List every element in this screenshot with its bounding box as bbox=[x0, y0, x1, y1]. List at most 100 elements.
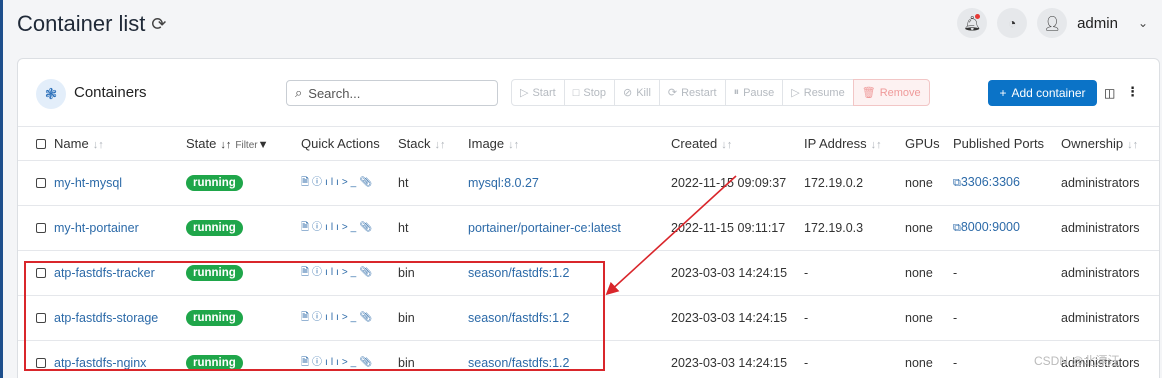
image-link[interactable]: mysql:8.0.27 bbox=[468, 176, 539, 190]
logs-icon[interactable]: 🗎︎ bbox=[301, 177, 312, 188]
image-link[interactable]: portainer/portainer-ce:latest bbox=[468, 221, 621, 235]
notifications-button[interactable]: 🔔︎ bbox=[957, 8, 988, 38]
sort-icon: ↓↑ bbox=[1127, 138, 1139, 151]
attach-icon[interactable]: 📎︎ bbox=[359, 222, 375, 233]
resume-label: Resume bbox=[803, 86, 845, 99]
logs-icon[interactable]: 🗎︎ bbox=[301, 312, 312, 323]
console-icon[interactable]: >_ bbox=[342, 177, 359, 188]
image-link[interactable]: season/fastdfs:1.2 bbox=[468, 266, 569, 280]
user-menu-button[interactable]: 👤︎ bbox=[1037, 8, 1068, 38]
filter-label[interactable]: Filter bbox=[235, 140, 257, 151]
container-name-link[interactable]: my-ht-portainer bbox=[54, 221, 139, 235]
attach-icon[interactable]: 📎︎ bbox=[359, 312, 375, 323]
row-checkbox[interactable] bbox=[36, 268, 46, 279]
container-name-link[interactable]: atp-fastdfs-storage bbox=[54, 311, 158, 325]
col-created[interactable]: Created ↓↑ bbox=[671, 127, 804, 161]
logs-icon[interactable]: 🗎︎ bbox=[301, 222, 312, 233]
sort-icon: ↓↑ bbox=[721, 138, 733, 151]
inspect-icon[interactable]: ⓘ bbox=[312, 177, 325, 188]
console-icon[interactable]: >_ bbox=[342, 222, 359, 233]
inspect-icon[interactable]: ⓘ bbox=[312, 312, 325, 323]
stop-button[interactable]: □ Stop bbox=[563, 79, 615, 106]
search-box[interactable]: ⌕ bbox=[286, 80, 498, 106]
gpus-cell: none bbox=[905, 295, 953, 341]
user-name[interactable]: admin bbox=[1077, 15, 1118, 32]
table-row[interactable]: atp-fastdfs-tracker running 🗎︎ⓘılı>_📎︎ bin s… bbox=[18, 250, 1159, 296]
kebab-icon[interactable]: ⋮ bbox=[1126, 84, 1139, 100]
container-name-link[interactable]: atp-fastdfs-tracker bbox=[54, 266, 155, 280]
port-link[interactable]: ⧉8000:9000 bbox=[953, 220, 1020, 234]
pause-button[interactable]: ⏸︎ Pause bbox=[724, 79, 784, 106]
col-stack-label: Stack bbox=[398, 135, 431, 151]
image-link[interactable]: season/fastdfs:1.2 bbox=[468, 356, 569, 370]
row-checkbox[interactable] bbox=[36, 313, 46, 324]
remove-button[interactable]: 🗑︎ Remove bbox=[852, 79, 930, 106]
filter-icon[interactable]: ▼ bbox=[258, 139, 269, 151]
stats-icon[interactable]: ılı bbox=[325, 312, 342, 323]
attach-icon[interactable]: 📎︎ bbox=[359, 357, 375, 368]
col-stack[interactable]: Stack ↓↑ bbox=[398, 127, 468, 161]
port-label: 8000:9000 bbox=[960, 220, 1020, 234]
stats-icon[interactable]: ılı bbox=[325, 357, 342, 368]
chevron-down-icon[interactable]: ⌄ bbox=[1138, 16, 1148, 30]
image-link[interactable]: season/fastdfs:1.2 bbox=[468, 311, 569, 325]
col-state[interactable]: State ↓↑ Filter▼ bbox=[186, 127, 301, 161]
table-row[interactable]: atp-fastdfs-storage running 🗎︎ⓘılı>_📎︎ bin s… bbox=[18, 295, 1159, 341]
created-cell: 2023-03-03 14:24:15 bbox=[671, 250, 804, 296]
attach-icon[interactable]: 📎︎ bbox=[359, 177, 375, 188]
attach-icon[interactable]: 📎︎ bbox=[359, 267, 375, 278]
quick-actions: 🗎︎ⓘılı>_📎︎ bbox=[301, 222, 375, 233]
stats-icon[interactable]: ılı bbox=[325, 177, 342, 188]
created-cell: 2022-11-15 09:09:37 bbox=[671, 160, 804, 206]
console-icon[interactable]: >_ bbox=[342, 267, 359, 278]
table-row[interactable]: atp-fastdfs-nginx running 🗎︎ⓘılı>_📎︎ bin sea… bbox=[18, 340, 1159, 378]
refresh-icon[interactable]: ⟳ bbox=[151, 14, 166, 35]
row-checkbox[interactable] bbox=[36, 223, 46, 234]
row-checkbox[interactable] bbox=[36, 178, 46, 189]
start-button[interactable]: ▷ Start bbox=[511, 79, 565, 106]
containers-card: ❃ Containers ⌕ ▷Start □Stop ⊘Kill ⟳Resta… bbox=[17, 58, 1160, 378]
container-name-link[interactable]: my-ht-mysql bbox=[54, 176, 122, 190]
console-icon[interactable]: >_ bbox=[342, 312, 359, 323]
ban-icon: ⊘ bbox=[623, 87, 633, 99]
col-ownership[interactable]: Ownership ↓↑ bbox=[1061, 127, 1159, 161]
logs-icon[interactable]: 🗎︎ bbox=[301, 267, 312, 278]
ownership-cell: administrators bbox=[1061, 295, 1159, 341]
container-name-link[interactable]: atp-fastdfs-nginx bbox=[54, 356, 146, 370]
logs-icon[interactable]: 🗎︎ bbox=[301, 357, 312, 368]
ownership-cell: administrators bbox=[1061, 160, 1159, 206]
quick-actions: 🗎︎ⓘılı>_📎︎ bbox=[301, 312, 375, 323]
columns-icon[interactable]: ◫ bbox=[1104, 86, 1115, 100]
inspect-icon[interactable]: ⓘ bbox=[312, 357, 325, 368]
resume-button[interactable]: ▷ Resume bbox=[782, 79, 854, 106]
ip-cell: - bbox=[804, 250, 905, 296]
stats-icon[interactable]: ılı bbox=[325, 267, 342, 278]
inspect-icon[interactable]: ⓘ bbox=[312, 222, 325, 233]
table-row[interactable]: my-ht-mysql running 🗎︎ⓘılı>_📎︎ ht mysql:8.0.… bbox=[18, 160, 1159, 206]
search-input[interactable] bbox=[308, 85, 479, 101]
col-state-label: State bbox=[186, 135, 217, 151]
col-image[interactable]: Image ↓↑ bbox=[468, 127, 671, 161]
col-name[interactable]: Name ↓↑ bbox=[54, 127, 186, 161]
col-gpus: GPUs bbox=[905, 127, 953, 161]
port-label: 3306:3306 bbox=[960, 175, 1020, 189]
table-row[interactable]: my-ht-portainer running 🗎︎ⓘılı>_📎︎ ht portai… bbox=[18, 205, 1159, 251]
row-checkbox[interactable] bbox=[36, 358, 46, 369]
col-ip[interactable]: IP Address ↓↑ bbox=[804, 127, 905, 161]
help-button[interactable]: ◔ bbox=[997, 8, 1028, 38]
ports-cell: - bbox=[953, 295, 1061, 341]
restart-button[interactable]: ⟳ Restart bbox=[658, 79, 726, 106]
restart-label: Restart bbox=[681, 86, 717, 99]
stats-icon[interactable]: ılı bbox=[325, 222, 342, 233]
console-icon[interactable]: >_ bbox=[342, 357, 359, 368]
stop-icon: □ bbox=[572, 86, 580, 99]
card-title: Containers bbox=[74, 84, 147, 101]
plus-icon: + bbox=[999, 86, 1007, 100]
kill-button[interactable]: ⊘ Kill bbox=[614, 79, 660, 106]
inspect-icon[interactable]: ⓘ bbox=[312, 267, 325, 278]
add-container-button[interactable]: + Add container bbox=[988, 80, 1097, 106]
select-all-checkbox[interactable] bbox=[36, 139, 46, 150]
ip-cell: 172.19.0.3 bbox=[804, 205, 905, 251]
port-link[interactable]: ⧉3306:3306 bbox=[953, 175, 1020, 189]
stack-cell: ht bbox=[398, 205, 468, 251]
